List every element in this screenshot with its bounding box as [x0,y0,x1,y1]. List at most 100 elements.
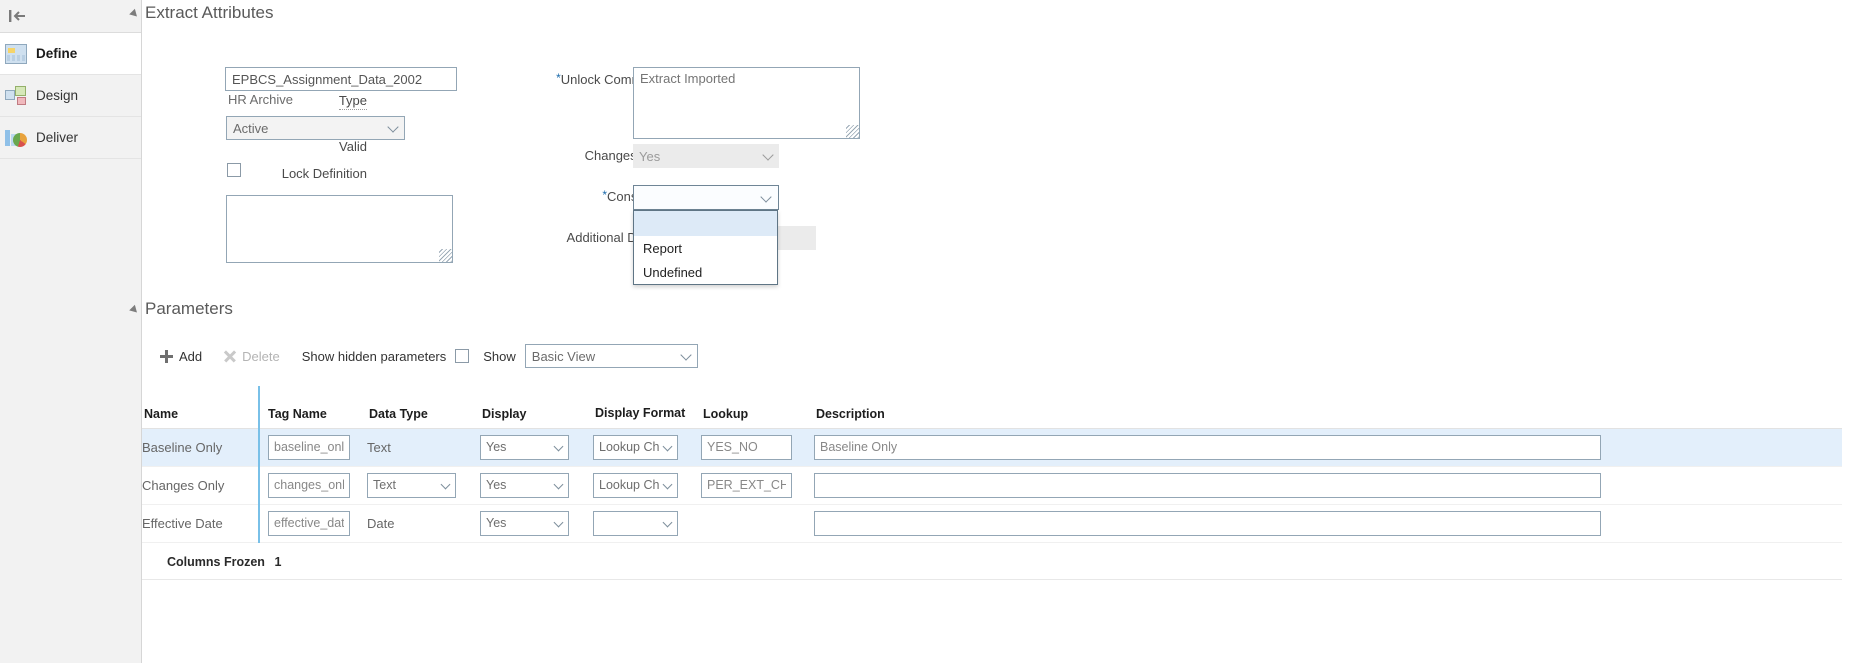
display-select[interactable]: Yes [480,473,569,498]
columns-frozen-count: 1 [275,555,282,569]
cell-display: Yes [480,428,593,466]
add-button[interactable]: Add [160,349,202,364]
parameters-header: Parameters [131,296,1867,319]
main-content: Extract Attributes *Tag Name Type HR Arc… [142,0,1867,663]
cell-display-format [593,504,701,542]
collapse-twisty-icon[interactable] [129,9,140,20]
cell-lookup [701,428,814,466]
cell-description [814,428,1842,466]
cell-tag-name [259,504,367,542]
tag-name-input[interactable] [268,473,350,498]
lookup-input[interactable] [701,473,792,498]
chevron-down-icon [762,149,773,160]
show-hidden-parameters-checkbox[interactable] [455,349,469,363]
view-select[interactable]: Basic View [525,344,698,368]
cell-name: Baseline Only [142,428,259,466]
cell-display-format: Lookup Ch [593,466,701,504]
table-body: Baseline Only Text Yes Lookup Ch [142,428,1842,542]
table-row[interactable]: Baseline Only Text Yes Lookup Ch [142,428,1842,466]
changes-only-value: Yes [639,149,660,164]
define-icon [5,44,27,64]
lock-definition-label: Lock Definition [142,163,367,181]
add-label: Add [179,349,202,364]
view-value: Basic View [532,349,595,364]
chevron-down-icon [663,479,673,489]
lock-definition-checkbox[interactable] [227,163,241,177]
unlock-comments-textarea[interactable] [633,67,860,139]
collapse-panel-icon[interactable] [8,9,27,23]
status-value: Active [233,121,268,136]
tag-name-input[interactable] [268,511,350,536]
sidebar-item-label: Define [36,46,77,61]
table-row[interactable]: Changes Only Text Yes [142,466,1842,504]
consumer-option-report[interactable]: Report [634,236,777,260]
column-header-description[interactable]: Description [814,386,1842,428]
chevron-down-icon [663,517,673,527]
type-value: HR Archive [228,89,293,107]
chevron-down-icon [680,349,691,360]
tag-name-input[interactable] [225,67,457,91]
sidebar: Define Design Deliver [0,0,142,663]
lookup-input[interactable] [701,435,792,460]
columns-frozen-label: Columns Frozen [167,555,265,569]
extract-attributes-form: *Tag Name Type HR Archive Status Active … [142,23,1867,278]
cell-lookup [701,504,814,542]
column-header-data-type[interactable]: Data Type [367,386,480,428]
cell-data-type: Text [367,428,480,466]
consumer-select[interactable] [633,185,779,210]
chevron-down-icon [441,479,451,489]
delete-label: Delete [242,349,280,364]
sidebar-item-define[interactable]: Define [0,33,141,75]
chevron-down-icon [554,479,564,489]
display-format-select[interactable]: Lookup Ch [593,435,678,460]
extract-attributes-header: Extract Attributes [131,0,1867,23]
cell-data-type: Text [367,466,480,504]
cell-lookup [701,466,814,504]
close-icon [224,350,236,362]
table-row[interactable]: Effective Date Date Yes [142,504,1842,542]
data-type-select[interactable]: Text [367,473,456,498]
changes-only-select: Yes [633,144,779,168]
display-format-select[interactable]: Lookup Ch [593,473,678,498]
cell-display: Yes [480,466,593,504]
consumer-dropdown-list[interactable]: Report Undefined [633,210,778,285]
cell-description [814,466,1842,504]
chevron-down-icon [554,517,564,527]
collapse-twisty-icon[interactable] [129,305,140,316]
description-input[interactable] [814,511,1601,536]
sidebar-item-deliver[interactable]: Deliver [0,117,141,159]
column-header-name[interactable]: Name [142,386,259,428]
cell-data-type: Date [367,504,480,542]
cell-name: Effective Date [142,504,259,542]
consumer-option-blank[interactable] [634,211,777,236]
description-input[interactable] [814,473,1601,498]
display-format-select[interactable] [593,511,678,536]
sidebar-header [0,0,141,33]
cell-name: Changes Only [142,466,259,504]
show-hidden-parameters-label: Show hidden parameters [302,349,447,364]
chevron-down-icon [760,191,771,202]
design-icon [5,86,27,106]
display-select[interactable]: Yes [480,511,569,536]
table-header-row: Name Tag Name Data Type Display Display … [142,386,1842,428]
tag-name-input[interactable] [268,435,350,460]
display-select[interactable]: Yes [480,435,569,460]
column-header-display-format[interactable]: Display Format [593,386,701,428]
description-input[interactable] [814,435,1601,460]
extract-definition-page: Define Design Deliver Extract Attributes… [0,0,1867,663]
column-header-display[interactable]: Display [480,386,593,428]
consumer-option-undefined[interactable]: Undefined [634,260,777,284]
description-textarea[interactable] [226,195,453,263]
section-title: Extract Attributes [145,3,274,23]
column-header-lookup[interactable]: Lookup [701,386,814,428]
footer-divider [142,579,1842,580]
chevron-down-icon [663,441,673,451]
chevron-down-icon [387,121,398,132]
cell-display-format: Lookup Ch [593,428,701,466]
cell-description [814,504,1842,542]
chevron-down-icon [554,441,564,451]
show-label: Show [483,349,516,364]
sidebar-item-design[interactable]: Design [0,75,141,117]
column-header-tag-name[interactable]: Tag Name [259,386,367,428]
cell-display: Yes [480,504,593,542]
